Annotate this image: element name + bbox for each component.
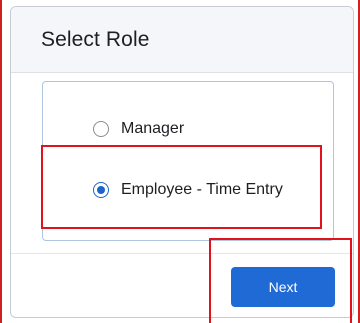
footer-divider [11, 253, 353, 254]
role-options-group: Manager Employee - Time Entry [42, 81, 334, 241]
role-option-manager[interactable]: Manager [93, 120, 184, 138]
screenshot-frame: Select Role Manager Employee - Time Entr… [0, 0, 360, 323]
role-option-employee-time-entry[interactable]: Employee - Time Entry [93, 181, 283, 199]
manager-radio[interactable] [93, 121, 109, 137]
employee-time-entry-radio[interactable] [93, 182, 109, 198]
select-role-dialog: Select Role Manager Employee - Time Entr… [10, 6, 354, 318]
dialog-title: Select Role [41, 27, 150, 51]
role-option-label: Employee - Time Entry [121, 181, 283, 198]
next-button[interactable]: Next [231, 267, 335, 307]
dialog-header: Select Role [11, 7, 353, 73]
role-option-label: Manager [121, 120, 185, 137]
